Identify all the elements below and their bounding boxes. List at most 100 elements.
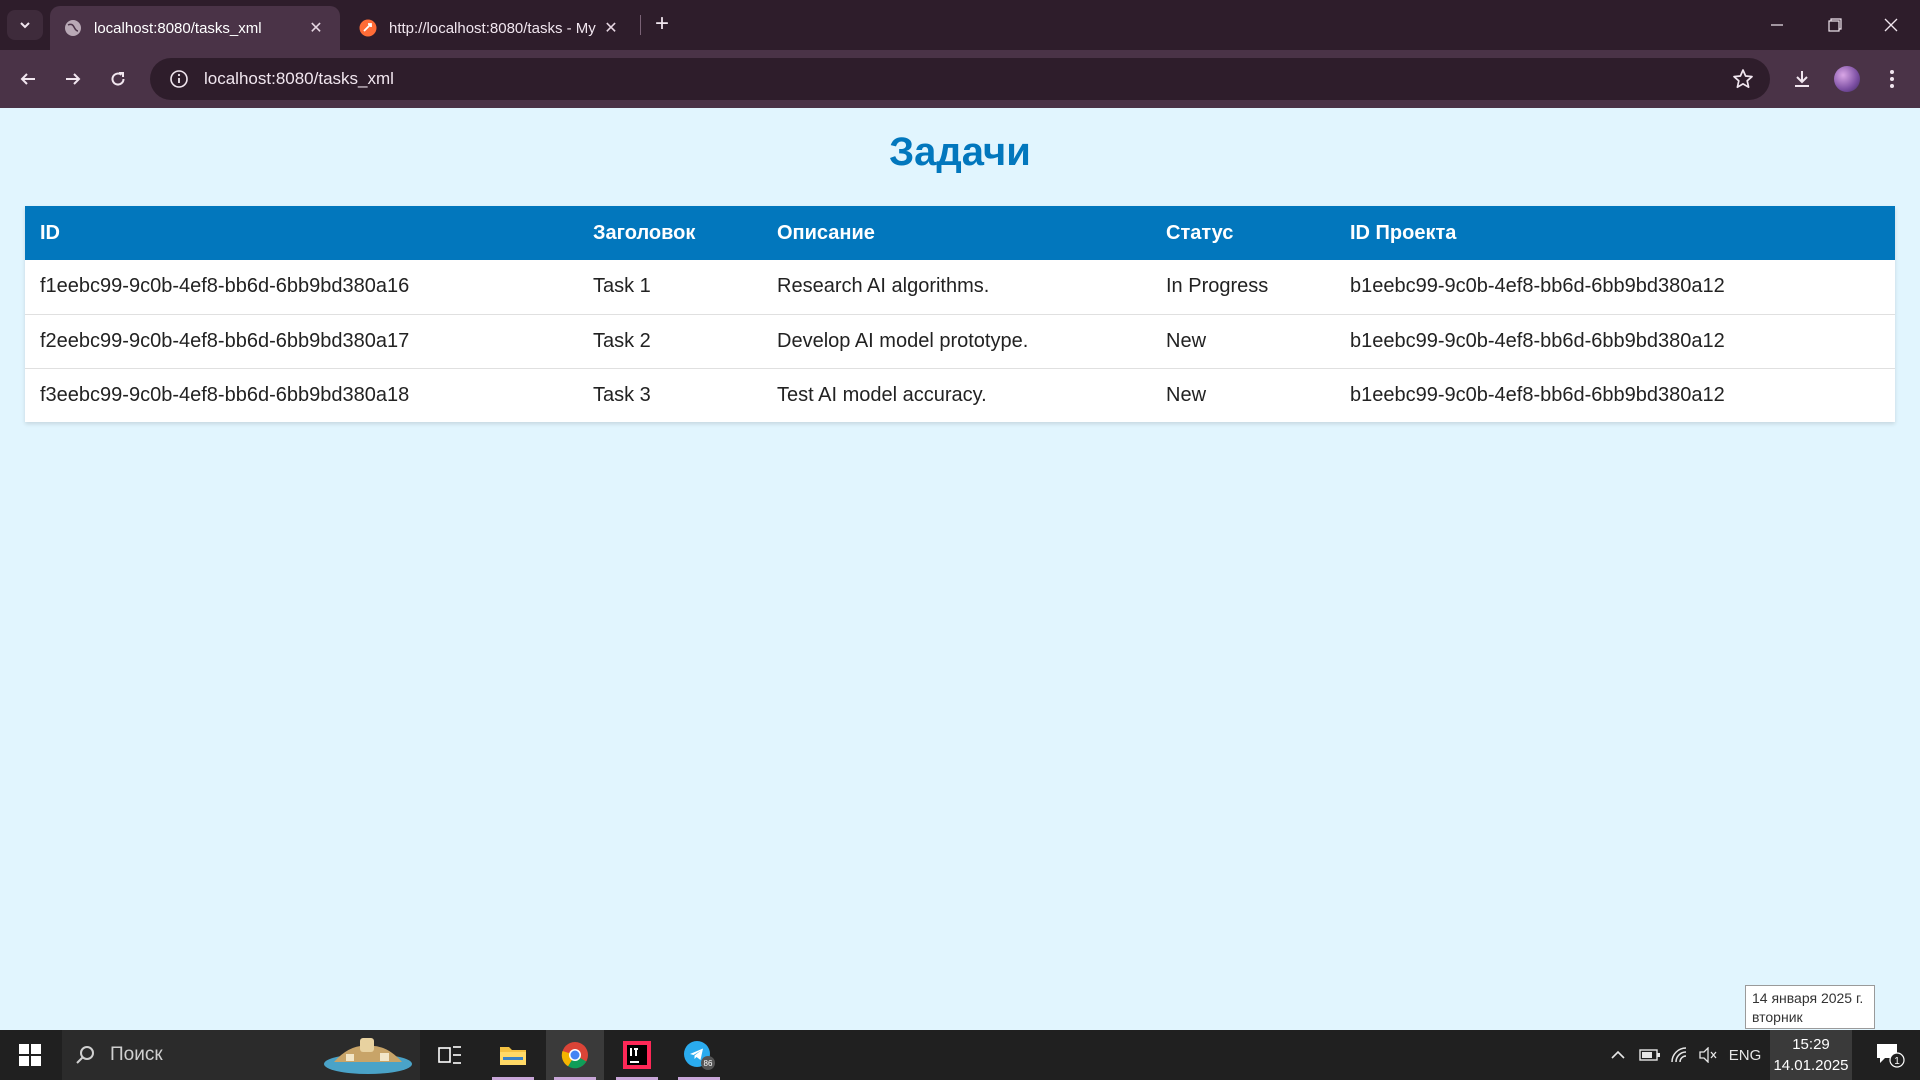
restore-button[interactable] bbox=[1806, 0, 1864, 50]
page-title: Задачи bbox=[889, 130, 1031, 174]
table-row: f2eebc99-9c0b-4ef8-bb6d-6bb9bd380a17 Tas… bbox=[25, 314, 1895, 369]
intellij-icon bbox=[623, 1041, 651, 1069]
column-header-id: ID bbox=[25, 206, 578, 260]
volume-muted-icon bbox=[1699, 1047, 1717, 1063]
cell-title: Task 1 bbox=[578, 260, 762, 315]
reload-icon bbox=[111, 72, 125, 86]
battery-icon bbox=[1639, 1049, 1660, 1061]
arrow-left-icon bbox=[20, 73, 35, 85]
cell-status: In Progress bbox=[1151, 260, 1335, 315]
cell-id: f1eebc99-9c0b-4ef8-bb6d-6bb9bd380a16 bbox=[25, 260, 578, 315]
taskbar-app-intellij[interactable] bbox=[608, 1030, 666, 1080]
cell-project-id: b1eebc99-9c0b-4ef8-bb6d-6bb9bd380a12 bbox=[1335, 260, 1895, 315]
cell-status: New bbox=[1166, 383, 1207, 406]
bookmark-button[interactable] bbox=[1732, 68, 1754, 95]
tab-bar: localhost:8080/tasks_xml ✕ http://localh… bbox=[0, 0, 1920, 50]
cell-description: Develop AI model prototype. bbox=[762, 314, 1151, 369]
reload-button[interactable] bbox=[102, 63, 134, 95]
close-window-button[interactable] bbox=[1862, 0, 1920, 50]
forward-button[interactable] bbox=[57, 63, 89, 95]
minimize-icon bbox=[1771, 24, 1783, 26]
tab-tasks-postman[interactable]: http://localhost:8080/tasks - My ✕ bbox=[345, 6, 635, 50]
taskbar-app-chrome[interactable] bbox=[546, 1030, 604, 1080]
cell-description: Research AI algorithms. bbox=[762, 260, 1151, 315]
tab-separator bbox=[640, 15, 641, 35]
star-icon bbox=[1733, 69, 1753, 89]
cell-id: f3eebc99-9c0b-4ef8-bb6d-6bb9bd380a18 bbox=[40, 383, 410, 406]
postman-icon bbox=[359, 19, 377, 37]
show-hidden-icons-button[interactable] bbox=[1603, 1030, 1633, 1080]
close-icon[interactable]: ✕ bbox=[306, 18, 326, 38]
globe-icon bbox=[65, 20, 81, 36]
clock-date: 14.01.2025 bbox=[1773, 1057, 1849, 1074]
battery-button[interactable] bbox=[1635, 1030, 1665, 1080]
cell-status: New bbox=[1151, 314, 1335, 369]
task-view-icon bbox=[438, 1046, 461, 1064]
telegram-icon: 86 bbox=[684, 1041, 715, 1070]
tab-title: localhost:8080/tasks_xml bbox=[94, 19, 262, 37]
close-icon bbox=[1884, 18, 1898, 32]
downloads-button[interactable] bbox=[1786, 63, 1818, 95]
taskbar-app-explorer[interactable] bbox=[484, 1030, 542, 1080]
tab-tasks-xml[interactable]: localhost:8080/tasks_xml ✕ bbox=[50, 6, 340, 50]
taskbar-search[interactable]: Поиск bbox=[62, 1030, 420, 1080]
new-tab-button[interactable]: + bbox=[650, 12, 674, 36]
notification-count: 1 bbox=[1894, 1056, 1900, 1067]
cell-title: Task 2 bbox=[578, 314, 762, 369]
date-tooltip: 14 января 2025 г. вторник bbox=[1745, 985, 1875, 1029]
taskbar-app-telegram[interactable]: 86 bbox=[670, 1030, 728, 1080]
start-button[interactable] bbox=[0, 1030, 60, 1080]
chrome-icon bbox=[561, 1042, 588, 1069]
chevron-up-icon bbox=[1611, 1050, 1625, 1059]
cell-description: Test AI model accuracy. bbox=[777, 383, 987, 406]
search-placeholder: Поиск bbox=[110, 1044, 163, 1065]
tab-search-button[interactable] bbox=[7, 10, 43, 40]
profile-button[interactable] bbox=[1831, 63, 1863, 95]
minimize-button[interactable] bbox=[1748, 0, 1806, 50]
table-row: f3eebc99-9c0b-4ef8-bb6d-6bb9bd380a18 Tas… bbox=[25, 368, 1895, 422]
site-info-button[interactable] bbox=[158, 58, 200, 100]
task-view-button[interactable] bbox=[421, 1030, 479, 1080]
more-vertical-icon bbox=[1890, 70, 1894, 88]
clock-time: 15:29 bbox=[1792, 1036, 1830, 1053]
avatar bbox=[1834, 66, 1860, 92]
volume-button[interactable] bbox=[1693, 1030, 1723, 1080]
tasks-table: ID Заголовок Описание Статус ID Проекта … bbox=[25, 206, 1895, 422]
search-highlight-illustration bbox=[324, 1038, 412, 1074]
info-icon bbox=[170, 70, 188, 88]
download-icon bbox=[1795, 71, 1809, 87]
network-button[interactable] bbox=[1665, 1030, 1695, 1080]
cell-id: f2eebc99-9c0b-4ef8-bb6d-6bb9bd380a17 bbox=[25, 314, 578, 369]
close-icon[interactable]: ✕ bbox=[601, 18, 621, 38]
chevron-down-icon bbox=[20, 22, 30, 29]
menu-button[interactable] bbox=[1876, 63, 1908, 95]
column-header-status: Статус bbox=[1151, 206, 1335, 260]
search-icon bbox=[76, 1046, 94, 1064]
arrow-right-icon bbox=[66, 73, 81, 85]
notifications-button[interactable]: 1 bbox=[1860, 1030, 1920, 1080]
url-text[interactable]: localhost:8080/tasks_xml bbox=[204, 69, 394, 89]
tab-title: http://localhost:8080/tasks - My bbox=[389, 19, 596, 37]
cell-title: Task 3 bbox=[593, 383, 651, 406]
table-row: f1eebc99-9c0b-4ef8-bb6d-6bb9bd380a16 Tas… bbox=[25, 260, 1895, 315]
tooltip-weekday: вторник bbox=[1752, 1009, 1803, 1025]
browser-toolbar: localhost:8080/tasks_xml bbox=[0, 50, 1920, 108]
clock[interactable]: 15:29 14.01.2025 bbox=[1770, 1030, 1852, 1080]
tooltip-date: 14 января 2025 г. bbox=[1752, 990, 1864, 1006]
taskbar: Поиск 86 ENG 15:29 14.01.2025 1 bbox=[0, 1030, 1920, 1080]
cell-project-id: b1eebc99-9c0b-4ef8-bb6d-6bb9bd380a12 bbox=[1335, 314, 1895, 369]
column-header-title: Заголовок bbox=[578, 206, 762, 260]
back-button[interactable] bbox=[12, 63, 44, 95]
language-indicator[interactable]: ENG bbox=[1725, 1030, 1765, 1080]
column-header-project-id: ID Проекта bbox=[1335, 206, 1895, 260]
address-bar[interactable]: localhost:8080/tasks_xml bbox=[150, 58, 1770, 100]
telegram-badge: 86 bbox=[704, 1059, 713, 1068]
column-header-description: Описание bbox=[762, 206, 1151, 260]
windows-logo-icon bbox=[19, 1044, 41, 1066]
cell-project-id: b1eebc99-9c0b-4ef8-bb6d-6bb9bd380a12 bbox=[1350, 383, 1725, 406]
restore-icon bbox=[1828, 18, 1842, 32]
table-header-row: ID Заголовок Описание Статус ID Проекта bbox=[25, 206, 1895, 260]
page-content: Задачи ID Заголовок Описание Статус ID П… bbox=[0, 108, 1920, 1030]
folder-icon bbox=[500, 1047, 526, 1065]
wifi-icon bbox=[1671, 1047, 1687, 1063]
